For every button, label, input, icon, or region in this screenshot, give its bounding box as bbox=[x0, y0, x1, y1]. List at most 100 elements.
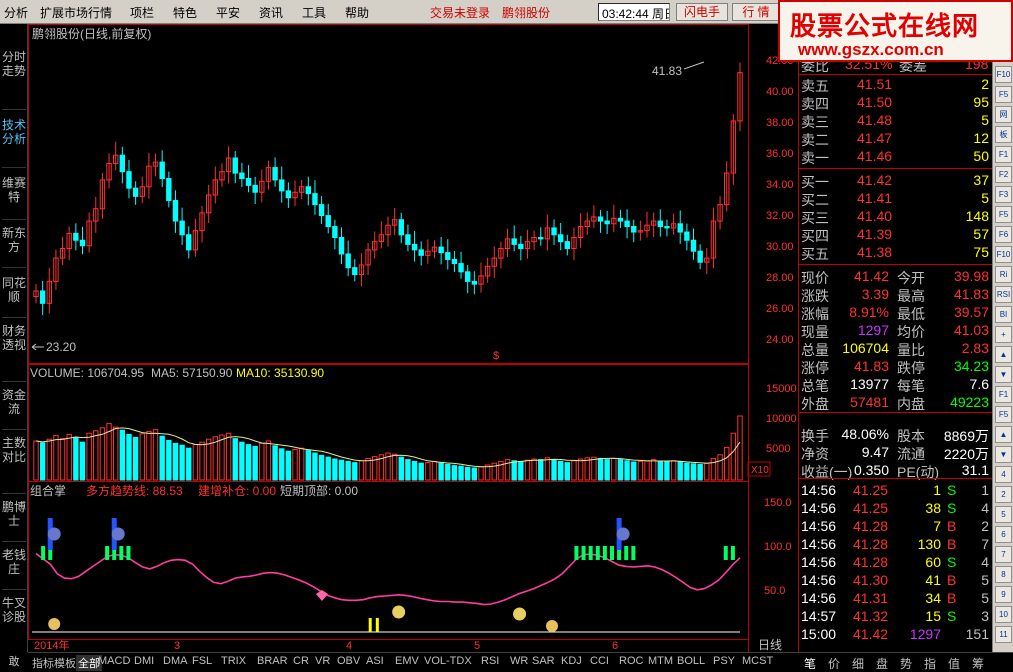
toolbar-icon-17[interactable]: F5 bbox=[995, 406, 1012, 423]
indicator-tab[interactable]: VOL-TDX bbox=[424, 655, 472, 667]
tab-tonghuashun[interactable]: 同花顺 bbox=[2, 274, 26, 318]
toolbar-icon-6[interactable]: F3 bbox=[995, 186, 1012, 203]
volume-bar bbox=[99, 427, 106, 481]
toolbar-icon-0[interactable]: F10 bbox=[995, 66, 1012, 83]
indicator-tab[interactable]: EMV bbox=[395, 655, 419, 667]
toolbar-icon-14[interactable]: ▲ bbox=[995, 346, 1012, 363]
toolbar-icon-13[interactable]: + bbox=[995, 326, 1012, 343]
date-month: 3 bbox=[174, 640, 180, 652]
candle-body bbox=[332, 226, 338, 239]
tab-weisaite[interactable]: 维赛特 bbox=[2, 174, 26, 220]
candle-body bbox=[186, 234, 192, 251]
toolbar-icon-1[interactable]: F5 bbox=[995, 86, 1012, 103]
gem-icon bbox=[316, 590, 328, 601]
quote-tab[interactable]: 盘 bbox=[876, 655, 888, 672]
indicator-tab[interactable]: CR bbox=[293, 655, 309, 667]
toolbar-icon-2[interactable]: 网 bbox=[995, 106, 1012, 123]
quote-tab[interactable]: 指 bbox=[924, 655, 936, 672]
menu-tools[interactable]: 工具 bbox=[302, 4, 326, 21]
candle-body bbox=[418, 249, 424, 256]
toolbar-icon-26[interactable]: 9 bbox=[995, 586, 1012, 603]
menu-analysis[interactable]: 分析 bbox=[4, 4, 28, 21]
menu-features[interactable]: 特色 bbox=[173, 4, 197, 21]
toolbar-icon-8[interactable]: F6 bbox=[995, 226, 1012, 243]
indicator-line1: 多方趋势线: 88.53 bbox=[86, 483, 183, 498]
candle-body bbox=[684, 231, 690, 241]
toolbar-icon-27[interactable]: 10 bbox=[995, 606, 1012, 623]
indicator-tab[interactable]: TRIX bbox=[221, 655, 246, 667]
volume-bar bbox=[418, 462, 424, 481]
toolbar-icon-23[interactable]: 6 bbox=[995, 526, 1012, 543]
toolbar-icon-11[interactable]: RSI bbox=[995, 286, 1012, 303]
toolbar-icon-10[interactable]: Ri bbox=[995, 266, 1012, 283]
toolbar-icon-18[interactable]: ▲ bbox=[995, 426, 1012, 443]
tab-xindongfang[interactable]: 新东方 bbox=[2, 224, 26, 268]
tab-pengboshi[interactable]: 鹏博士 bbox=[2, 498, 26, 542]
quote-tab[interactable]: 势 bbox=[900, 655, 912, 672]
bid-level-label: 买二 bbox=[801, 192, 829, 208]
indicator-tab[interactable]: FSL bbox=[192, 655, 212, 667]
tab-intraday[interactable]: 分时走势 bbox=[2, 48, 26, 110]
menu-news[interactable]: 资讯 bbox=[259, 4, 283, 21]
tab-capital-flow[interactable]: 资金流 bbox=[2, 386, 26, 430]
menu-extended-market[interactable]: 扩展市场行情 bbox=[40, 4, 112, 21]
indicator-tab[interactable]: ROC bbox=[619, 655, 643, 667]
quote-button[interactable]: 行 情 bbox=[732, 3, 780, 21]
toolbar-icon-21[interactable]: 2 bbox=[995, 486, 1012, 503]
toolbar-icon-28[interactable]: 11 bbox=[995, 626, 1012, 643]
tab-compare[interactable]: 主数对比 bbox=[2, 434, 26, 494]
toolbar-icon-25[interactable]: 8 bbox=[995, 566, 1012, 583]
indicator-tab[interactable]: WR bbox=[510, 655, 528, 667]
toolbar-icon-19[interactable]: ▼ bbox=[995, 446, 1012, 463]
toolbar-icon-22[interactable]: 5 bbox=[995, 506, 1012, 523]
indicator-tab[interactable]: ASI bbox=[366, 655, 384, 667]
indicator-tab[interactable]: KDJ bbox=[561, 655, 582, 667]
kline-chart-svg[interactable]: 鹏翎股份(日线,前复权) 42.00 40.00 38.00 36.00 34.… bbox=[28, 24, 798, 652]
menu-columns[interactable]: 项栏 bbox=[130, 4, 154, 21]
indicator-tab[interactable]: BRAR bbox=[257, 655, 288, 667]
menu-pingan[interactable]: 平安 bbox=[216, 4, 240, 21]
toolbar-icon-4[interactable]: F1 bbox=[995, 146, 1012, 163]
period-label[interactable]: 日线 bbox=[758, 638, 782, 652]
toolbar-icon-12[interactable]: BI bbox=[995, 306, 1012, 323]
quote-tab[interactable]: 细 bbox=[852, 655, 864, 672]
menu-help[interactable]: 帮助 bbox=[345, 4, 369, 21]
indicator-tab[interactable]: BOLL bbox=[677, 655, 705, 667]
toolbar-icon-3[interactable]: 板 bbox=[995, 126, 1012, 143]
indicator-tab[interactable]: MACD bbox=[98, 655, 130, 667]
left-bottom-tab[interactable]: 敢 bbox=[0, 652, 28, 672]
indicator-tab[interactable]: DMI bbox=[134, 655, 154, 667]
quote-tab[interactable]: 筹 bbox=[972, 655, 984, 672]
volume-bar bbox=[152, 429, 159, 481]
indicator-tab[interactable]: RSI bbox=[481, 655, 499, 667]
toolbar-icon-9[interactable]: F10 bbox=[995, 246, 1012, 263]
indicator-tab[interactable]: VR bbox=[315, 655, 330, 667]
toolbar-icon-20[interactable]: 4 bbox=[995, 466, 1012, 483]
indicator-tab[interactable]: PSY bbox=[713, 655, 735, 667]
indicator-tab[interactable]: MTM bbox=[648, 655, 673, 667]
indicator-tab[interactable]: 指标 bbox=[32, 655, 54, 671]
tab-finance[interactable]: 财务透视 bbox=[2, 322, 26, 382]
stat-value: 39.98 bbox=[953, 268, 989, 284]
toolbar-icon-16[interactable]: F1 bbox=[995, 386, 1012, 403]
quote-tab[interactable]: 价 bbox=[828, 655, 840, 672]
toolbar-icon-7[interactable]: F5 bbox=[995, 206, 1012, 223]
flash-trade-button[interactable]: 闪电手 bbox=[676, 3, 728, 21]
tab-laoqianzhuang[interactable]: 老钱庄 bbox=[2, 546, 26, 590]
quote-tab[interactable]: 笔 bbox=[804, 655, 816, 672]
indicator-tab[interactable]: 模板 bbox=[54, 655, 76, 671]
tab-niucha[interactable]: 牛叉诊股 bbox=[2, 594, 26, 654]
volume-bar bbox=[478, 466, 484, 481]
chart-title: 鹏翎股份(日线,前复权) bbox=[32, 26, 151, 41]
quote-tab[interactable]: 值 bbox=[948, 655, 960, 672]
toolbar-icon-5[interactable]: F2 bbox=[995, 166, 1012, 183]
tab-technical[interactable]: 技术分析 bbox=[2, 116, 26, 168]
indicator-tab[interactable]: OBV bbox=[337, 655, 360, 667]
trade-login-status[interactable]: 交易未登录 bbox=[430, 4, 490, 21]
indicator-tab[interactable]: CCI bbox=[590, 655, 609, 667]
indicator-tab[interactable]: DMA bbox=[163, 655, 187, 667]
toolbar-icon-24[interactable]: 7 bbox=[995, 546, 1012, 563]
indicator-tab[interactable]: SAR bbox=[532, 655, 555, 667]
indicator-tab[interactable]: MCST bbox=[742, 655, 773, 667]
toolbar-icon-15[interactable]: ▼ bbox=[995, 366, 1012, 383]
